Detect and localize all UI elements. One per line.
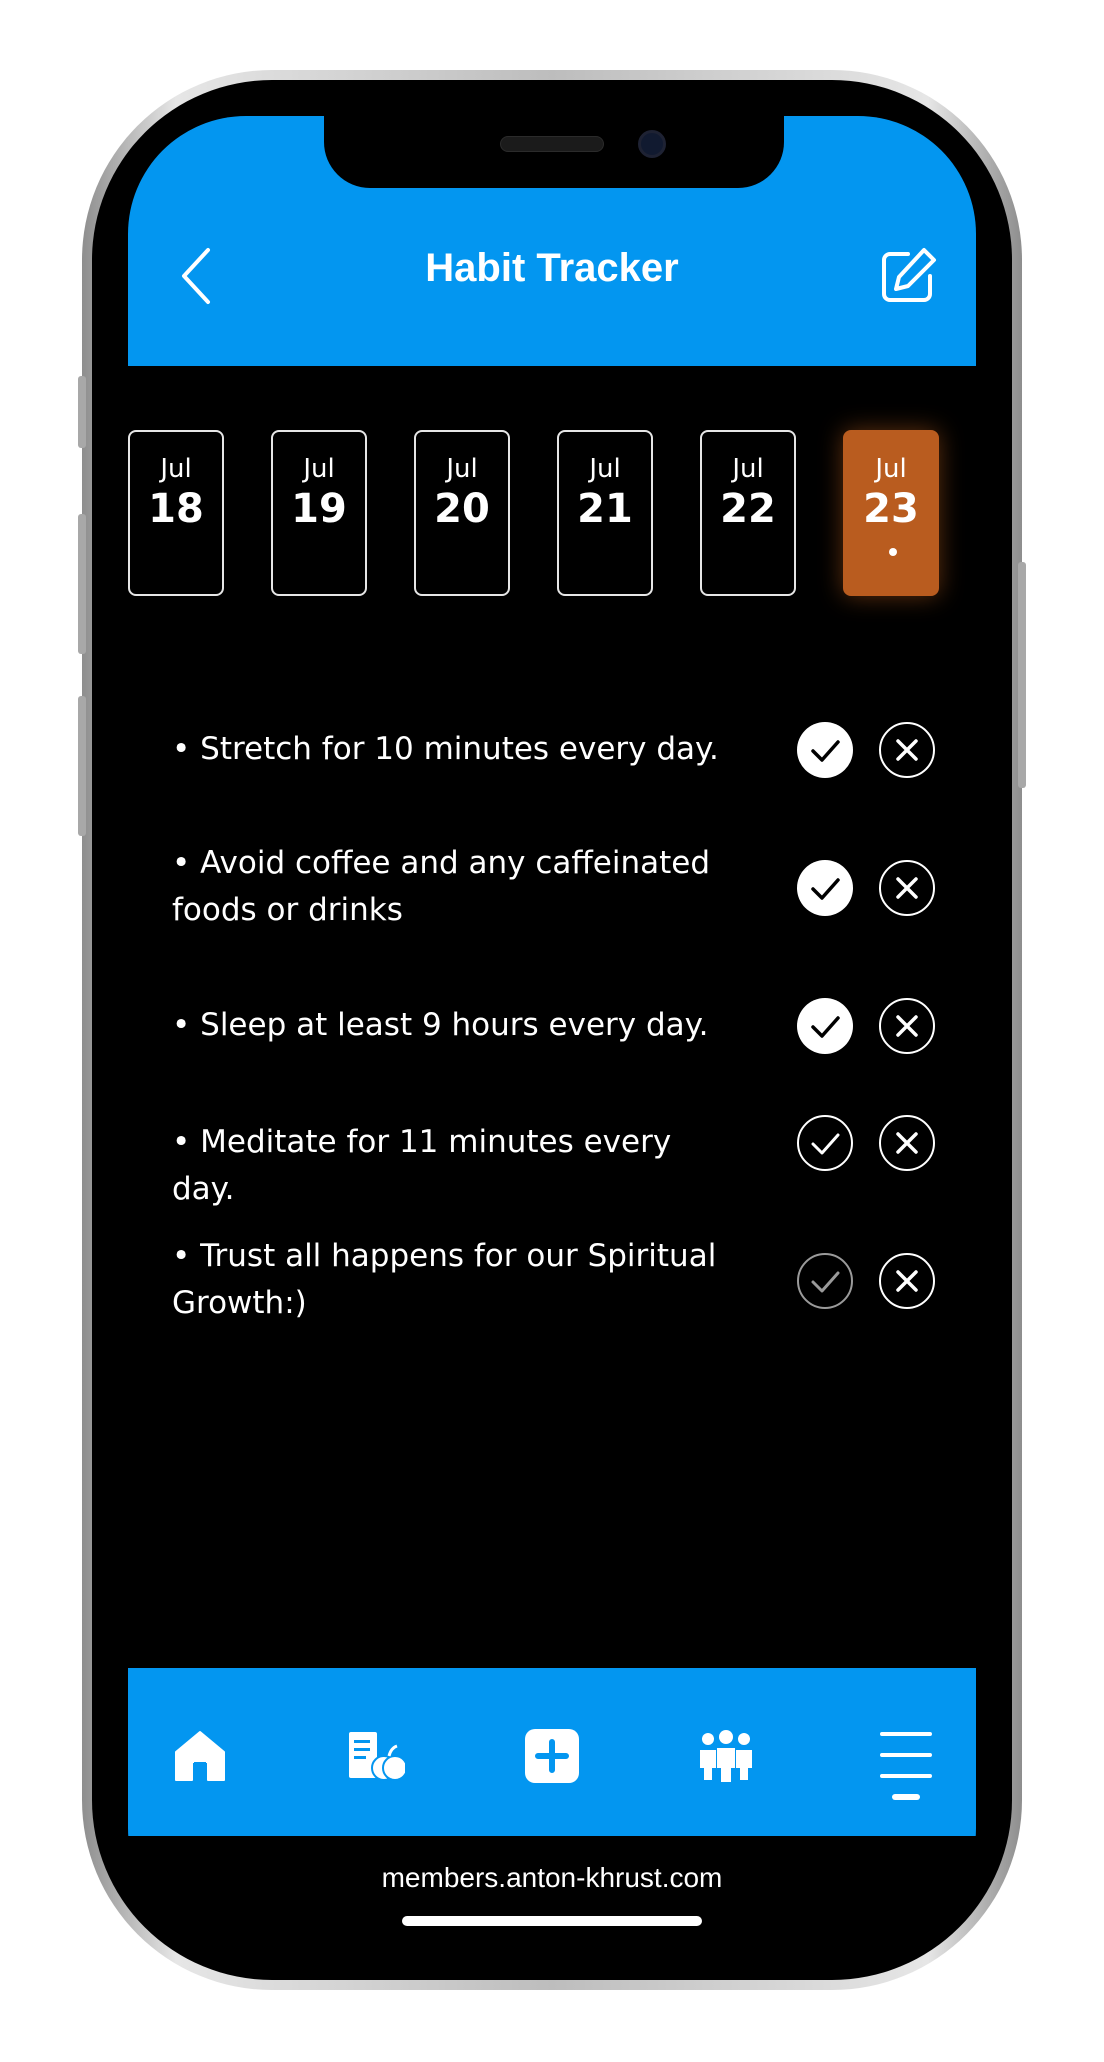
notch — [324, 116, 784, 188]
check-icon — [811, 1133, 840, 1155]
add-icon — [525, 1729, 579, 1783]
bottom-tab-bar — [128, 1668, 976, 1836]
habit-text: • Avoid coffee and any caffeinated foods… — [172, 845, 711, 928]
menu-icon — [880, 1732, 932, 1778]
power-button — [1018, 562, 1026, 788]
date-day: 23 — [863, 486, 919, 532]
close-icon — [896, 1132, 918, 1154]
close-icon — [896, 1015, 918, 1037]
habit-done-button[interactable] — [797, 722, 853, 778]
close-icon — [896, 1270, 918, 1292]
page-title: Habit Tracker — [425, 246, 679, 290]
volume-up-button — [78, 514, 86, 654]
today-dot — [889, 548, 897, 556]
habit-done-button[interactable] — [797, 1253, 853, 1309]
habit-text: • Stretch for 10 minutes every day. — [172, 731, 719, 767]
date-day: 18 — [148, 486, 204, 532]
date-month: Jul — [589, 454, 621, 484]
habit-text: • Trust all happens for our Spiritual Gr… — [172, 1238, 717, 1321]
date-day: 22 — [720, 486, 776, 532]
active-tab-indicator — [892, 1794, 920, 1800]
check-icon — [811, 740, 840, 762]
silent-switch — [78, 376, 86, 448]
date-card-jul-23-selected[interactable]: Jul 23 — [843, 430, 939, 596]
close-icon — [896, 739, 918, 761]
date-month: Jul — [446, 454, 478, 484]
date-month: Jul — [160, 454, 192, 484]
date-day: 21 — [577, 486, 633, 532]
date-month: Jul — [732, 454, 764, 484]
date-card-jul-22[interactable]: Jul 22 — [700, 430, 796, 596]
date-card-jul-20[interactable]: Jul 20 — [414, 430, 510, 596]
volume-down-button — [78, 696, 86, 836]
close-icon — [896, 877, 918, 899]
habit-text: • Sleep at least 9 hours every day. — [172, 1007, 709, 1043]
habit-skip-button[interactable] — [879, 1253, 935, 1309]
habit-skip-button[interactable] — [879, 722, 935, 778]
speaker-grille — [500, 136, 604, 152]
check-icon — [811, 1271, 840, 1293]
tab-nutrition[interactable] — [347, 1728, 408, 1784]
screen: Habit Tracker Jul 18 Jul 19 Jul 20 Jul 2… — [128, 116, 976, 1946]
tab-menu[interactable] — [878, 1728, 934, 1784]
date-card-jul-21[interactable]: Jul 21 — [557, 430, 653, 596]
edit-button[interactable] — [878, 246, 938, 306]
habit-text: • Meditate for 11 minutes every day. — [172, 1124, 672, 1207]
date-day: 20 — [434, 486, 490, 532]
date-month: Jul — [875, 454, 907, 484]
date-selector: Jul 18 Jul 19 Jul 20 Jul 21 Jul 22 Jul 2… — [128, 430, 976, 596]
date-card-jul-19[interactable]: Jul 19 — [271, 430, 367, 596]
front-camera — [638, 130, 666, 158]
habit-done-button[interactable] — [797, 998, 853, 1054]
date-month: Jul — [303, 454, 335, 484]
group-icon — [700, 1730, 752, 1782]
date-card-jul-18[interactable]: Jul 18 — [128, 430, 224, 596]
tab-home[interactable] — [172, 1728, 228, 1784]
habit-done-button[interactable] — [797, 1115, 853, 1171]
home-indicator — [402, 1916, 702, 1926]
tab-community[interactable] — [698, 1728, 754, 1784]
check-icon — [811, 1016, 840, 1038]
edit-icon — [882, 248, 936, 302]
date-day: 19 — [291, 486, 347, 532]
habit-skip-button[interactable] — [879, 860, 935, 916]
habit-skip-button[interactable] — [879, 1115, 935, 1171]
habit-skip-button[interactable] — [879, 998, 935, 1054]
home-icon — [175, 1731, 225, 1781]
check-icon — [811, 878, 840, 900]
footer-url: members.anton-khrust.com — [381, 1862, 723, 1893]
habit-done-button[interactable] — [797, 860, 853, 916]
tab-add[interactable] — [524, 1728, 580, 1784]
nutrition-icon — [349, 1732, 408, 1781]
